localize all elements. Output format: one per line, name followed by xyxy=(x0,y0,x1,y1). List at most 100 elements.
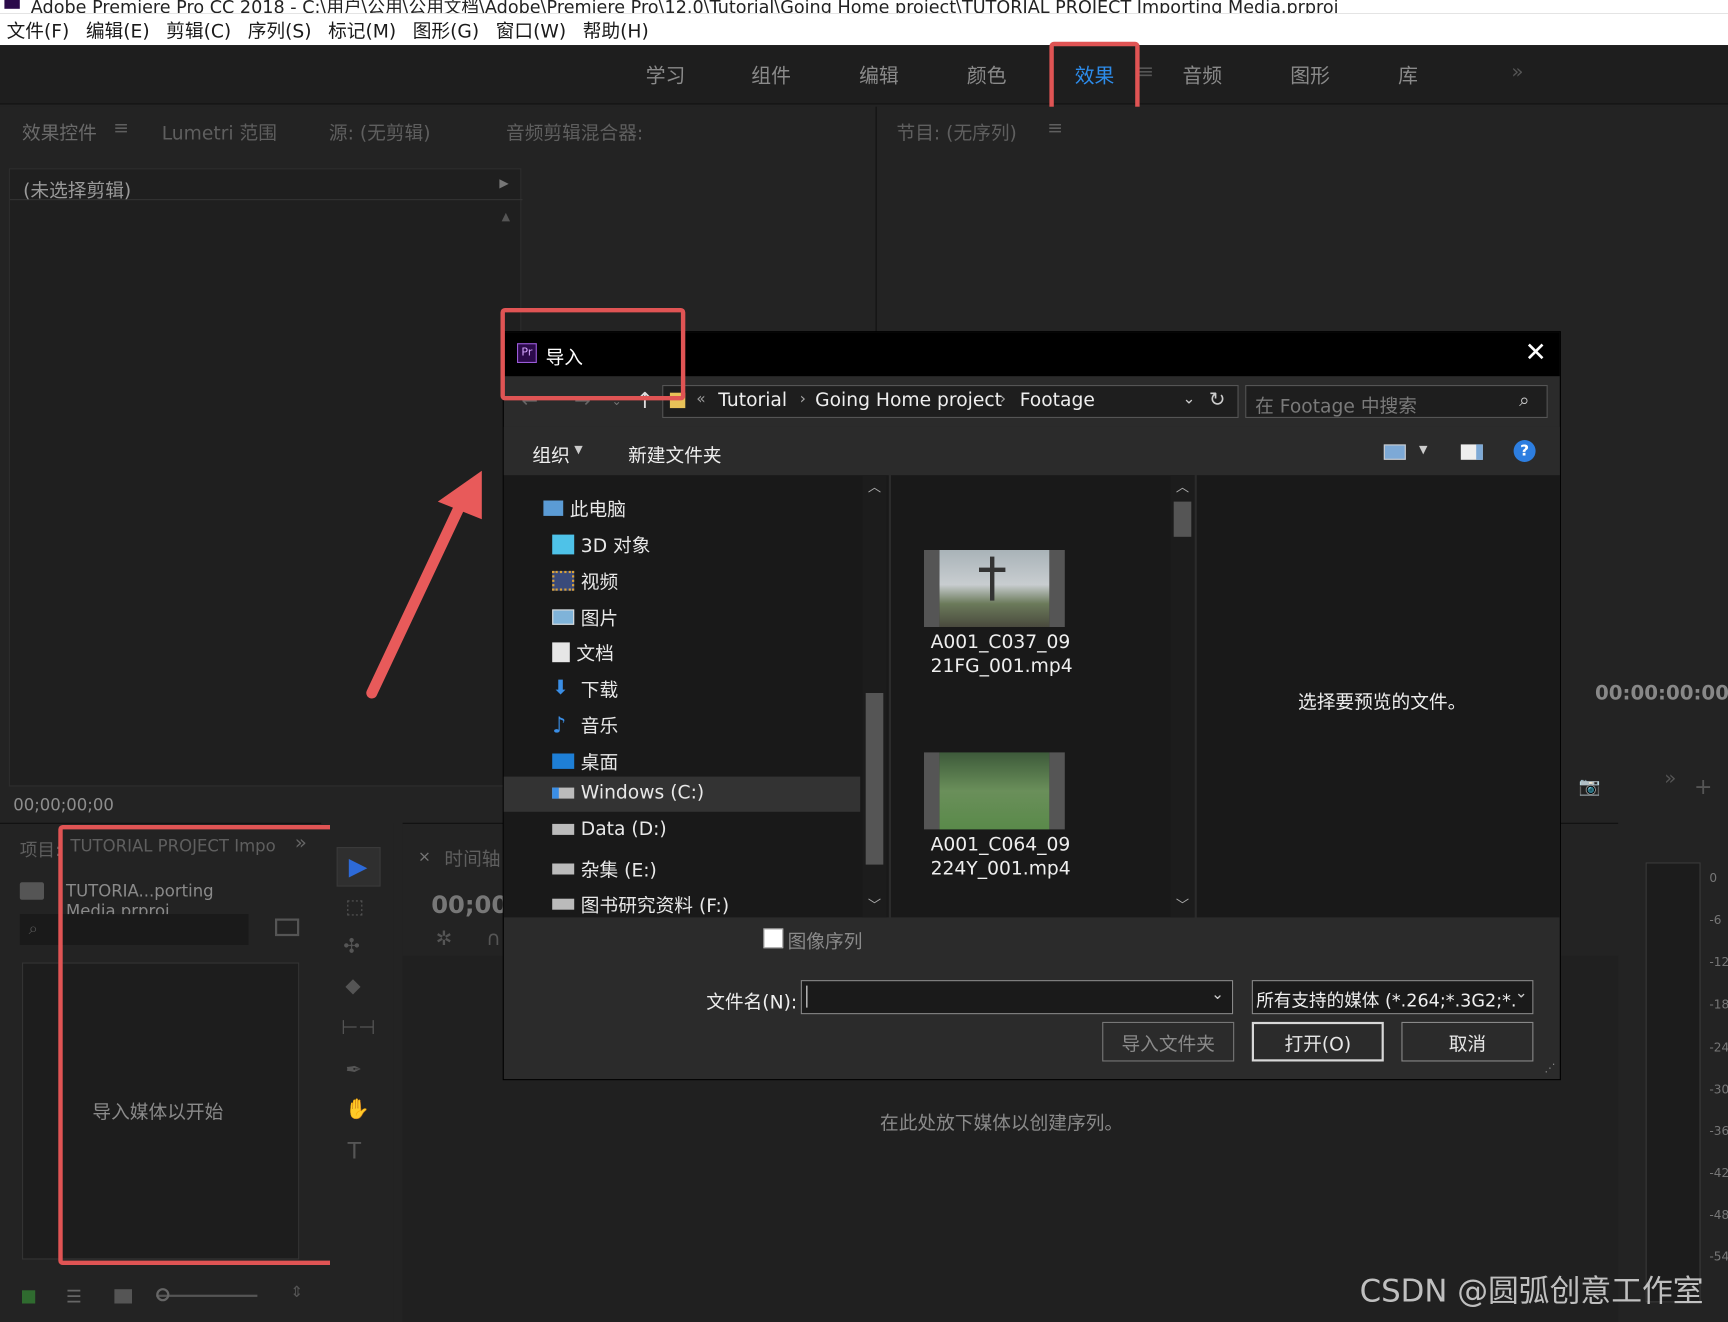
breadcrumb-tutorial[interactable]: Tutorial xyxy=(718,389,787,411)
nav-item-downloads[interactable]: ⬇ 下载 xyxy=(552,674,618,702)
hand-tool-icon[interactable]: ✋ xyxy=(345,1098,370,1121)
filename-dropdown-icon[interactable]: ⌄ xyxy=(1211,986,1224,1004)
import-folder-button[interactable]: 导入文件夹 xyxy=(1102,1021,1235,1062)
nav-item-pictures[interactable]: 图片 xyxy=(552,603,618,630)
nav-item-desktop[interactable]: 桌面 xyxy=(552,747,618,774)
slip-tool-icon[interactable]: ⊢⊣ xyxy=(341,1016,375,1039)
tab-source[interactable]: 源: (无剪辑) xyxy=(329,118,431,145)
scroll-up-icon[interactable]: ︿ xyxy=(1176,477,1189,496)
open-button[interactable]: 打开(O) xyxy=(1251,1021,1384,1062)
breadcrumb-footage[interactable]: Footage xyxy=(1020,389,1095,411)
scroll-up-icon[interactable]: ▲ xyxy=(502,211,510,223)
tab-lumetri-scopes[interactable]: Lumetri 范围 xyxy=(162,118,277,145)
razor-tool-icon[interactable]: ◆ xyxy=(345,975,360,998)
nav-item-drive-e[interactable]: 杂集 (E:) xyxy=(552,855,657,882)
zoom-slider-handle[interactable] xyxy=(156,1288,170,1302)
workspace-libraries[interactable]: 库 xyxy=(1398,61,1418,90)
file-scroll-thumb[interactable] xyxy=(1173,501,1192,537)
overflow-chevron-icon[interactable]: « xyxy=(696,391,705,409)
workspace-graphics[interactable]: 图形 xyxy=(1290,61,1330,90)
list-view-icon[interactable]: ☰ xyxy=(66,1286,82,1307)
nav-item-3d-objects[interactable]: 3D 对象 xyxy=(552,530,650,558)
file-type-dropdown-icon[interactable]: ⌄ xyxy=(1514,984,1528,1003)
nav-scroll-thumb[interactable] xyxy=(865,693,884,865)
workspace-learning[interactable]: 学习 xyxy=(646,61,686,90)
meter-tick: -42 xyxy=(1709,1166,1728,1181)
menu-sequence[interactable]: 序列(S) xyxy=(248,15,312,43)
nav-item-music[interactable]: ♪ 音乐 xyxy=(552,711,618,738)
nav-item-this-pc[interactable]: 此电脑 xyxy=(543,494,626,521)
new-folder-button[interactable]: 新建文件夹 xyxy=(628,440,722,468)
organize-button[interactable]: 组织 xyxy=(532,440,569,468)
ripple-edit-tool-icon[interactable]: ✣ xyxy=(343,935,360,958)
file-type-select[interactable]: 所有支持的媒体 (*.264;*.3G2;*. ⌄ xyxy=(1251,980,1534,1015)
nav-scrollbar[interactable]: ︿ ﹀ xyxy=(862,475,887,918)
drive-icon xyxy=(552,862,575,874)
program-menu-icon[interactable]: ≡ xyxy=(1047,118,1063,140)
address-dropdown-icon[interactable]: ⌄ xyxy=(1183,391,1196,409)
preview-pane-icon[interactable] xyxy=(1460,444,1483,460)
linked-selection-icon[interactable]: ∩ xyxy=(486,927,501,950)
workspace-color[interactable]: 颜色 xyxy=(967,61,1007,90)
tab-project[interactable]: 项目: xyxy=(20,835,61,861)
meter-tick: -48 xyxy=(1709,1207,1728,1223)
snap-icon[interactable]: ✲ xyxy=(436,927,453,950)
nav-item-videos[interactable]: 视频 xyxy=(552,567,618,594)
breadcrumb-chevron-icon: › xyxy=(799,390,806,409)
scroll-down-icon[interactable]: ﹀ xyxy=(868,895,881,914)
music-icon: ♪ xyxy=(552,711,567,738)
workspace-audio[interactable]: 音频 xyxy=(1183,61,1223,90)
nav-item-drive-f[interactable]: 图书研究资料 (F:) xyxy=(552,890,729,917)
nav-item-drive-d[interactable]: Data (D:) xyxy=(552,818,667,840)
image-sequence-checkbox[interactable] xyxy=(763,928,784,949)
menu-graphics[interactable]: 图形(G) xyxy=(413,15,479,43)
cancel-button[interactable]: 取消 xyxy=(1401,1021,1534,1062)
sort-icon[interactable]: ⇕ xyxy=(290,1284,303,1302)
close-icon[interactable]: ✕ xyxy=(1525,337,1547,368)
view-mode-dropdown-icon[interactable]: ▼ xyxy=(1419,444,1427,456)
menu-edit[interactable]: 编辑(E) xyxy=(86,15,150,43)
close-timeline-icon[interactable]: × xyxy=(418,848,431,866)
icon-view-icon[interactable] xyxy=(114,1289,132,1304)
address-bar[interactable]: « Tutorial › Going Home project › Footag… xyxy=(662,385,1239,418)
breadcrumb-going-home[interactable]: Going Home project xyxy=(815,389,1002,411)
workspace-assembly[interactable]: 组件 xyxy=(751,61,791,90)
filename-input[interactable]: ⌄ xyxy=(800,980,1234,1015)
refresh-icon[interactable]: ↻ xyxy=(1209,388,1226,411)
menu-file[interactable]: 文件(F) xyxy=(7,15,70,43)
scroll-down-icon[interactable]: ﹀ xyxy=(1176,895,1189,914)
program-overflow-icon[interactable]: » xyxy=(1664,767,1676,790)
workspace-editing[interactable]: 编辑 xyxy=(859,61,899,90)
video-thumbnail xyxy=(924,550,1065,627)
zoom-slider[interactable] xyxy=(156,1294,258,1297)
meter-tick: -6 xyxy=(1709,913,1722,928)
dialog-toolbar: 组织 ▼ 新建文件夹 ▼ ? xyxy=(503,426,1560,476)
menu-clip[interactable]: 剪辑(C) xyxy=(166,15,231,43)
view-mode-icon[interactable] xyxy=(1383,444,1406,460)
menu-window[interactable]: 窗口(W) xyxy=(496,15,566,43)
help-icon[interactable]: ? xyxy=(1513,440,1536,462)
nav-item-documents[interactable]: 文档 xyxy=(552,638,614,666)
expand-arrow-icon[interactable]: ▶ xyxy=(499,176,508,190)
tab-timeline[interactable]: 时间轴 xyxy=(444,844,500,871)
nav-item-drive-c[interactable]: Windows (C:) xyxy=(552,782,704,804)
menu-marker[interactable]: 标记(M) xyxy=(328,15,396,43)
tab-effect-controls[interactable]: 效果控件 xyxy=(22,118,97,145)
resize-grip-icon[interactable]: ⋰ xyxy=(1544,1063,1555,1075)
add-button-icon[interactable]: + xyxy=(1694,773,1712,799)
workspace-menu-icon[interactable]: ≡ xyxy=(1137,61,1154,84)
scroll-up-icon[interactable]: ︿ xyxy=(868,477,881,496)
type-tool-icon[interactable]: T xyxy=(348,1137,361,1163)
folder-search-input[interactable]: 在 Footage 中搜索 ⌕ xyxy=(1245,385,1548,418)
workspace-overflow-icon[interactable]: » xyxy=(1511,61,1523,84)
file-scrollbar[interactable]: ︿ ﹀ xyxy=(1170,475,1195,918)
effect-controls-menu-icon[interactable]: ≡ xyxy=(113,118,129,140)
pen-tool-icon[interactable]: ✒ xyxy=(345,1058,362,1081)
menu-help[interactable]: 帮助(H) xyxy=(583,15,649,43)
track-select-tool-icon[interactable]: ⬚ xyxy=(345,895,364,918)
camera-icon[interactable]: 📷 xyxy=(1579,776,1601,797)
tab-program[interactable]: 节目: (无序列) xyxy=(897,118,1017,145)
organize-dropdown-icon[interactable]: ▼ xyxy=(574,444,582,456)
lock-icon[interactable] xyxy=(22,1290,36,1304)
tab-audio-clip-mixer[interactable]: 音频剪辑混合器: xyxy=(506,118,643,145)
